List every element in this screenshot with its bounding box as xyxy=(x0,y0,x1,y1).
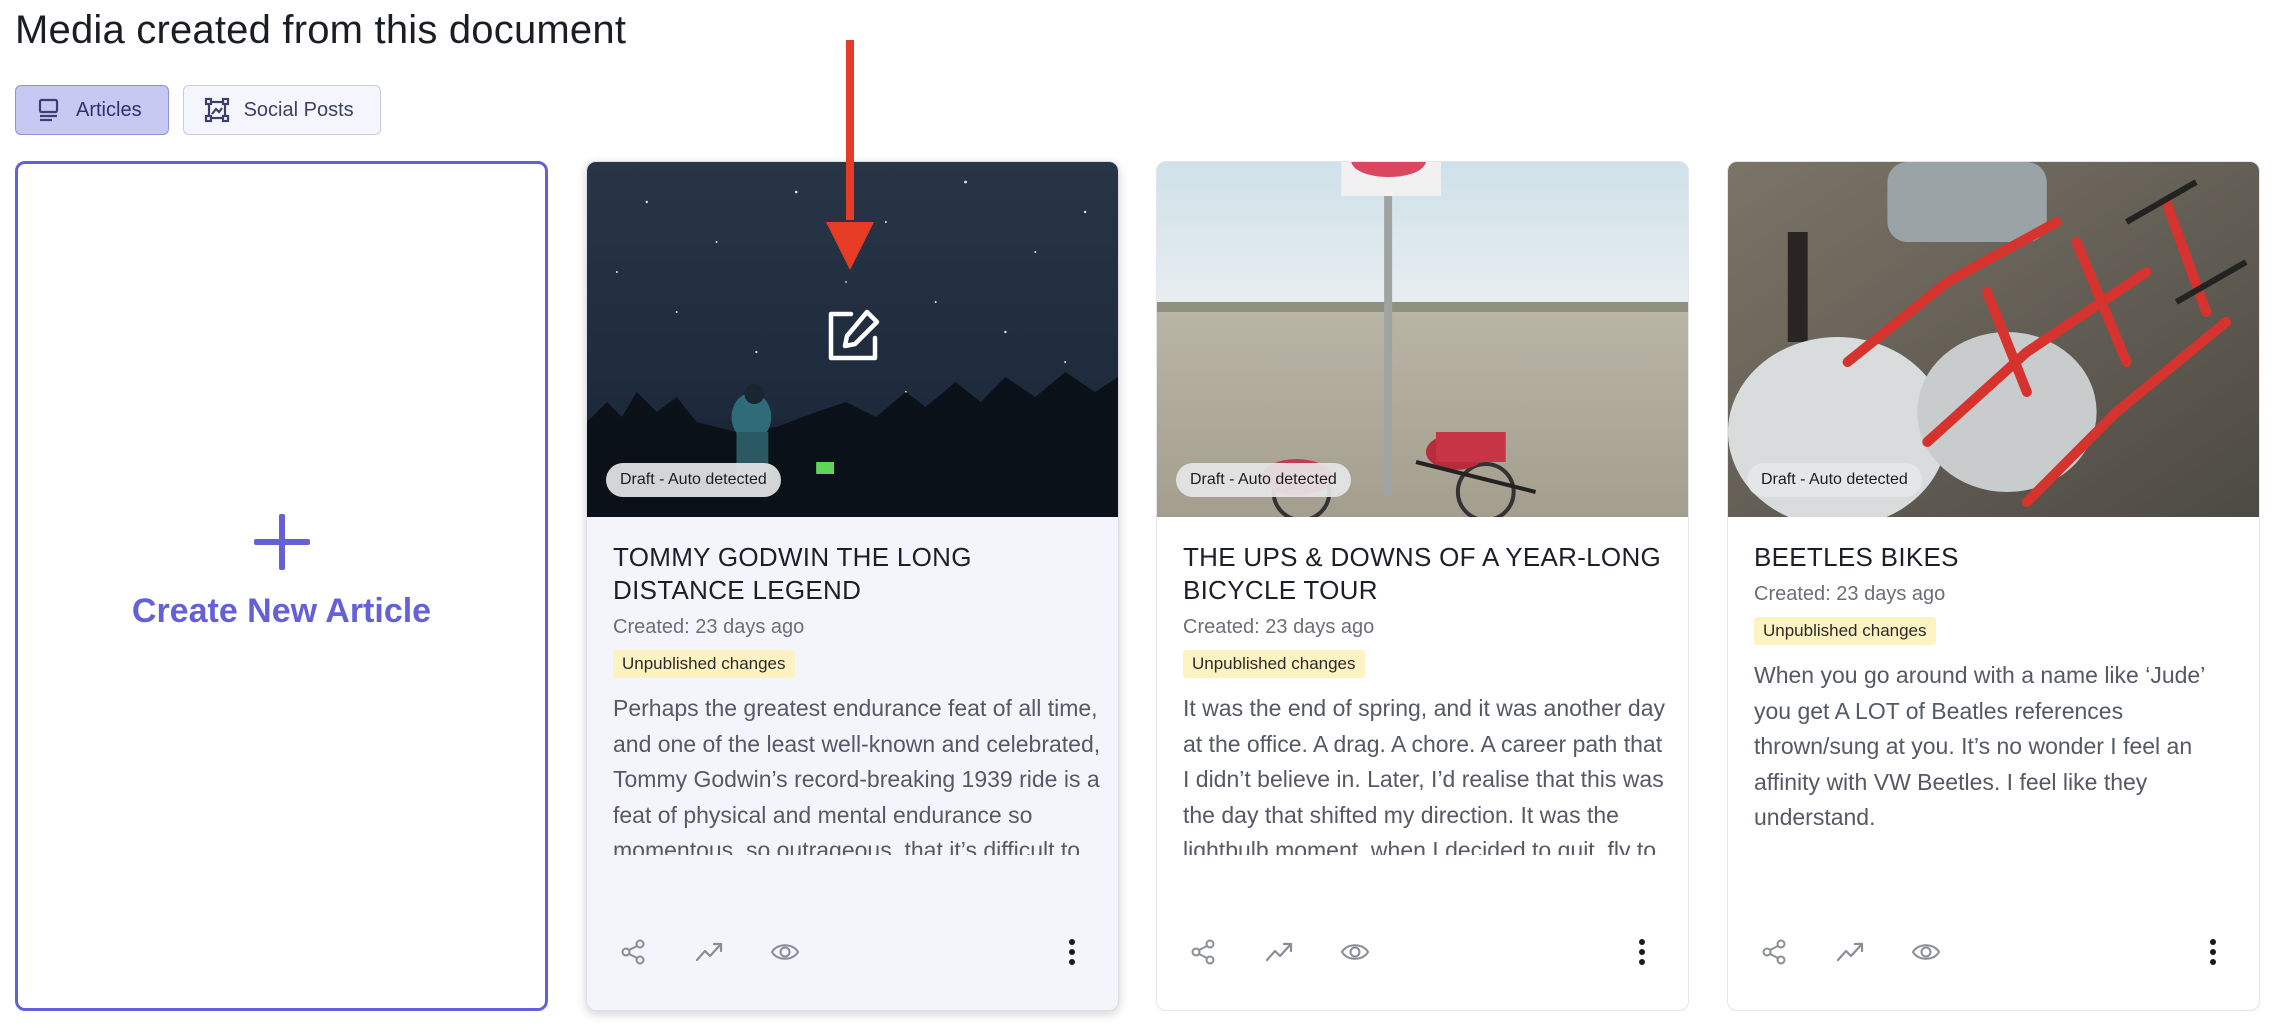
preview-icon[interactable] xyxy=(765,932,805,972)
draft-badge: Draft - Auto detected xyxy=(1747,463,1922,497)
tab-articles-label: Articles xyxy=(76,98,142,121)
more-options-icon[interactable] xyxy=(1622,932,1662,972)
create-new-article-card[interactable]: Create New Article xyxy=(15,161,548,1011)
card-actions xyxy=(613,932,1092,982)
article-excerpt: When you go around with a name like ‘Jud… xyxy=(1754,662,2205,830)
draft-badge: Draft - Auto detected xyxy=(1176,463,1351,497)
analytics-icon[interactable] xyxy=(1830,932,1870,972)
article-icon xyxy=(36,97,62,123)
tab-articles[interactable]: Articles xyxy=(15,85,169,135)
article-title[interactable]: TOMMY GODWIN THE LONG DISTANCE LEGEND xyxy=(613,541,1093,607)
preview-icon[interactable] xyxy=(1906,932,1946,972)
share-icon[interactable] xyxy=(1754,932,1794,972)
created-date: Created: 23 days ago xyxy=(1183,616,1375,638)
tab-social-posts[interactable]: Social Posts xyxy=(182,85,381,135)
plus-icon xyxy=(252,512,312,572)
more-options-icon[interactable] xyxy=(2193,932,2233,972)
page-title: Media created from this document xyxy=(15,8,627,52)
article-title[interactable]: THE UPS & DOWNS OF A YEAR-LONG BICYCLE T… xyxy=(1183,541,1663,607)
article-excerpt: Perhaps the greatest endurance feat of a… xyxy=(613,695,1101,855)
unpublished-badge: Unpublished changes xyxy=(1754,617,1936,645)
share-icon[interactable] xyxy=(613,932,653,972)
tab-social-posts-label: Social Posts xyxy=(243,98,354,121)
unpublished-badge: Unpublished changes xyxy=(613,650,795,678)
created-date: Created: 23 days ago xyxy=(1754,583,1946,605)
article-card[interactable]: Draft - Auto detected TOMMY GODWIN THE L… xyxy=(586,161,1119,1011)
preview-icon[interactable] xyxy=(1335,932,1375,972)
draft-badge: Draft - Auto detected xyxy=(606,463,781,497)
created-date: Created: 23 days ago xyxy=(613,616,805,638)
analytics-icon[interactable] xyxy=(1259,932,1299,972)
card-actions xyxy=(1754,932,2233,982)
article-card[interactable]: Draft - Auto detected THE UPS & DOWNS OF… xyxy=(1156,161,1689,1011)
social-posts-icon xyxy=(204,97,230,123)
card-actions xyxy=(1183,932,1662,982)
media-type-tabs: Articles Social Posts xyxy=(15,85,381,135)
analytics-icon[interactable] xyxy=(689,932,729,972)
unpublished-badge: Unpublished changes xyxy=(1183,650,1365,678)
article-card[interactable]: Draft - Auto detected BEETLES BIKES Crea… xyxy=(1727,161,2260,1011)
article-title[interactable]: BEETLES BIKES xyxy=(1754,541,2234,574)
create-new-article-label: Create New Article xyxy=(131,591,432,630)
article-excerpt: It was the end of spring, and it was ano… xyxy=(1183,695,1666,855)
share-icon[interactable] xyxy=(1183,932,1223,972)
more-options-icon[interactable] xyxy=(1052,932,1092,972)
edit-article-icon[interactable] xyxy=(823,306,883,366)
